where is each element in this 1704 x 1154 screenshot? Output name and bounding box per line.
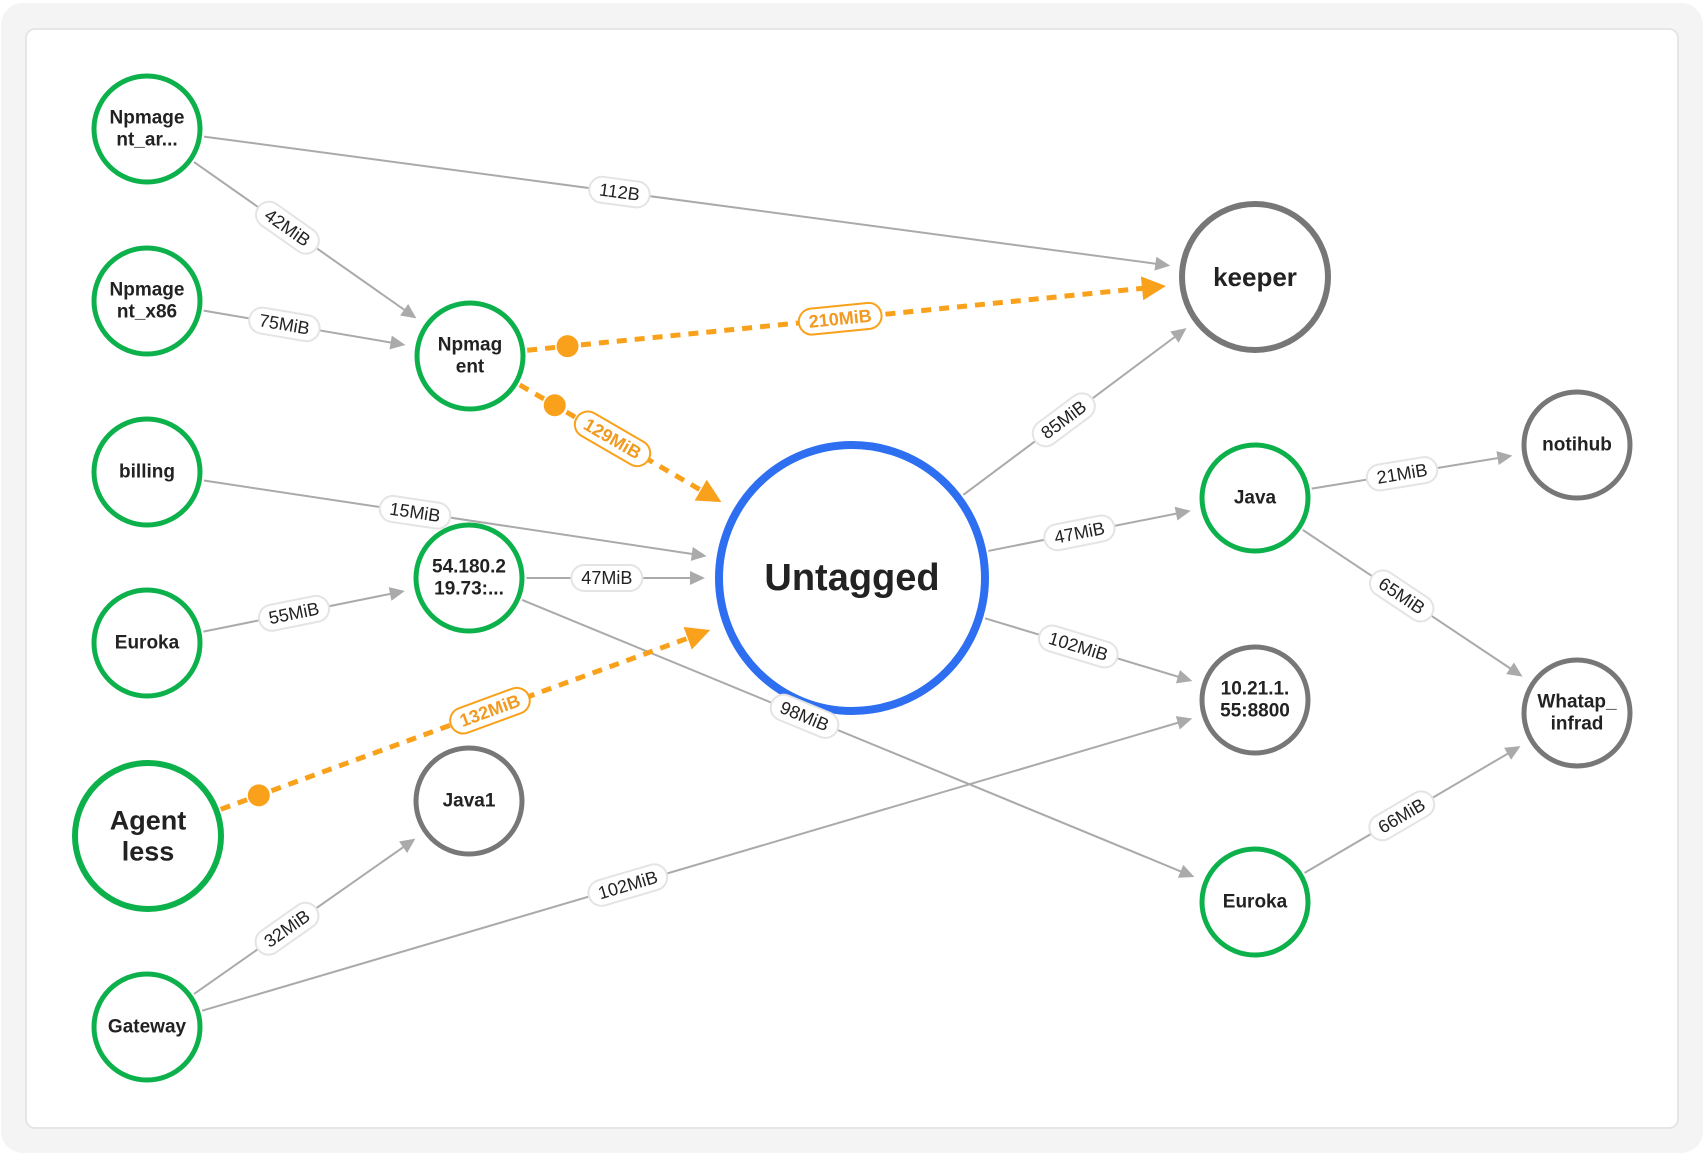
edge-line[interactable] bbox=[203, 135, 1158, 265]
edge-label[interactable]: 210MiB bbox=[797, 301, 883, 336]
edge-label[interactable]: 65MiB bbox=[1365, 565, 1439, 626]
node-npmagent-ar[interactable]: Npmagent_ar... bbox=[91, 73, 203, 185]
edge-label[interactable]: 85MiB bbox=[1028, 388, 1100, 451]
node-java[interactable]: Java bbox=[1199, 442, 1311, 554]
node-label: Agent bbox=[110, 805, 187, 835]
node-label: infrad bbox=[1551, 713, 1604, 734]
node-whatap-infrad[interactable]: Whatap_infrad bbox=[1521, 657, 1633, 769]
arrowhead-icon bbox=[1496, 451, 1513, 465]
node-label: Euroka bbox=[115, 633, 180, 654]
edge-label[interactable]: 47MiB bbox=[570, 564, 644, 592]
node-label: Euroka bbox=[1223, 892, 1288, 913]
arrowhead-icon bbox=[683, 626, 711, 650]
arrowhead-icon bbox=[399, 838, 416, 853]
arrowhead-icon bbox=[1140, 276, 1166, 301]
node-label: ent bbox=[456, 356, 485, 377]
node-untagged[interactable]: Untagged bbox=[715, 441, 989, 715]
node-gateway[interactable]: Gateway bbox=[91, 971, 203, 1083]
node-notihub[interactable]: notihub bbox=[1521, 389, 1633, 501]
edge-label-text: 47MiB bbox=[581, 568, 632, 588]
edge-label[interactable]: 15MiB bbox=[378, 494, 452, 530]
arrowhead-icon bbox=[400, 303, 417, 319]
edge-label[interactable]: 129MiB bbox=[570, 407, 655, 471]
arrowhead-icon bbox=[1175, 669, 1193, 684]
node-euroka-right[interactable]: Euroka bbox=[1199, 846, 1311, 958]
node-label: Npmage bbox=[110, 280, 185, 301]
arrowhead-icon bbox=[694, 479, 722, 503]
edge-label[interactable]: 75MiB bbox=[247, 306, 321, 344]
flow-origin-dot bbox=[556, 335, 579, 358]
flow-origin-dot bbox=[543, 394, 566, 417]
node-ip-10[interactable]: 10.21.1.55:8800 bbox=[1199, 644, 1311, 756]
edge-label[interactable]: 21MiB bbox=[1365, 455, 1439, 492]
node-java1[interactable]: Java1 bbox=[413, 745, 525, 857]
node-euroka-left[interactable]: Euroka bbox=[91, 587, 203, 699]
edge-label[interactable]: 55MiB bbox=[257, 594, 332, 634]
arrowhead-icon bbox=[1154, 256, 1171, 271]
edge-label[interactable]: 42MiB bbox=[251, 197, 324, 259]
flow-origin-dot bbox=[247, 784, 270, 807]
arrowhead-icon bbox=[1506, 662, 1523, 677]
node-label: Npmage bbox=[110, 108, 185, 129]
node-label: 54.180.2 bbox=[432, 557, 506, 578]
edge-label[interactable]: 66MiB bbox=[1365, 787, 1439, 845]
node-label: 55:8800 bbox=[1220, 700, 1290, 721]
edge-label[interactable]: 47MiB bbox=[1042, 513, 1117, 552]
arrowhead-icon bbox=[690, 571, 705, 585]
node-label: Npmag bbox=[438, 335, 502, 356]
node-label: nt_x86 bbox=[117, 301, 177, 322]
arrowhead-icon bbox=[1174, 506, 1191, 521]
arrowhead-icon bbox=[690, 546, 707, 561]
edge-label[interactable]: 102MiB bbox=[1036, 622, 1121, 670]
edge-label[interactable]: 32MiB bbox=[250, 898, 323, 960]
node-label: Gateway bbox=[108, 1017, 187, 1038]
edge-label[interactable]: 132MiB bbox=[447, 684, 534, 737]
node-billing[interactable]: billing bbox=[91, 416, 203, 528]
node-ip-54[interactable]: 54.180.219.73:... bbox=[413, 522, 525, 634]
node-label: billing bbox=[119, 462, 175, 483]
arrowhead-icon bbox=[1504, 746, 1521, 760]
node-label: Java bbox=[1234, 488, 1277, 509]
node-keeper[interactable]: keeper bbox=[1179, 201, 1331, 353]
node-label: Whatap_ bbox=[1537, 692, 1617, 713]
node-npmagent[interactable]: Npmagent bbox=[414, 300, 526, 412]
edge[interactable] bbox=[203, 135, 1171, 271]
arrowhead-icon bbox=[1170, 328, 1187, 343]
arrowhead-icon bbox=[388, 587, 405, 601]
edge-line[interactable] bbox=[201, 721, 1180, 1012]
arrowhead-icon bbox=[389, 335, 406, 350]
node-label: notihub bbox=[1542, 435, 1612, 456]
topology-graph: Npmagent_ar...Npmagent_x86billingEurokaA… bbox=[72, 73, 1633, 1083]
arrowhead-icon bbox=[1175, 716, 1193, 730]
node-label: keeper bbox=[1213, 262, 1297, 292]
node-label: 10.21.1. bbox=[1221, 679, 1290, 700]
node-label: 19.73:... bbox=[434, 578, 504, 599]
edge-label[interactable]: 102MiB bbox=[585, 861, 670, 909]
node-label: less bbox=[122, 837, 175, 867]
node-label: nt_ar... bbox=[116, 129, 177, 150]
edge[interactable] bbox=[201, 716, 1193, 1012]
node-label: Java1 bbox=[443, 791, 496, 812]
edge-label[interactable]: 112B bbox=[588, 175, 652, 209]
node-npmagent-x86[interactable]: Npmagent_x86 bbox=[91, 245, 203, 357]
node-agentless[interactable]: Agentless bbox=[72, 760, 224, 912]
node-label: Untagged bbox=[764, 557, 939, 599]
